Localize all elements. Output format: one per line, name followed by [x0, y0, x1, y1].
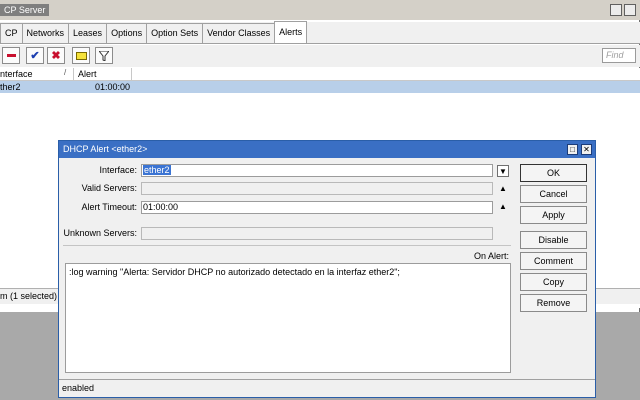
filter-button[interactable] [95, 47, 113, 64]
tab-options[interactable]: Options [106, 23, 148, 43]
dialog-title-bar[interactable]: DHCP Alert <ether2> □ ✕ [59, 141, 595, 158]
tab-networks[interactable]: Networks [21, 23, 70, 43]
divider [63, 245, 511, 246]
interface-value: ether2 [143, 165, 171, 175]
close-icon[interactable]: ✕ [581, 144, 592, 155]
remove-icon [6, 54, 16, 57]
up-down-arrow-icon[interactable]: ▲ [497, 183, 509, 195]
tab-alerts[interactable]: Alerts [274, 21, 308, 43]
interface-label: Interface: [99, 165, 137, 175]
toolbar: ✔ ✖ Find [0, 45, 640, 67]
table-header: nterface / Alert Timeout [0, 68, 640, 91]
alert-timeout-label: Alert Timeout: [81, 202, 137, 212]
main-window-title-bar[interactable]: CP Server [0, 0, 640, 20]
enable-check-icon: ✔ [30, 50, 40, 62]
comment-button[interactable]: Comment [520, 252, 587, 270]
disable-button[interactable]: Disable [520, 231, 587, 249]
column-alert-timeout[interactable]: Alert Timeout [76, 68, 132, 91]
table-row[interactable]: ther2 01:00:00 [0, 81, 640, 93]
comment-button[interactable] [72, 47, 90, 64]
tab-vendor-classes[interactable]: Vendor Classes [202, 23, 276, 43]
tab-leases[interactable]: Leases [68, 23, 108, 43]
dialog-status-bar: enabled [59, 379, 595, 397]
tab-option-sets[interactable]: Option Sets [146, 23, 204, 43]
apply-button[interactable]: Apply [520, 206, 587, 224]
column-interface[interactable]: nterface [0, 68, 74, 81]
row-interface: ther2 [0, 82, 21, 92]
on-alert-label: On Alert: [473, 251, 509, 261]
comment-icon [75, 51, 87, 60]
maximize-icon[interactable]: □ [567, 144, 578, 155]
unknown-servers-field[interactable] [141, 227, 493, 240]
valid-servers-label: Valid Servers: [81, 183, 137, 193]
alert-timeout-field[interactable]: 01:00:00 [141, 201, 493, 214]
dialog-title: DHCP Alert <ether2> [63, 144, 148, 154]
valid-servers-field[interactable] [141, 182, 493, 195]
tab-bar: CP Networks Leases Options Option Sets V… [0, 21, 640, 44]
collapse-arrow-icon[interactable]: ▲ [497, 201, 509, 213]
copy-button[interactable]: Copy [520, 273, 587, 291]
remove-button[interactable]: Remove [520, 294, 587, 312]
main-window-title: CP Server [0, 4, 50, 16]
filter-icon [99, 50, 109, 61]
disable-button[interactable]: ✖ [47, 47, 65, 64]
dropdown-arrow-icon[interactable]: ▼ [497, 165, 509, 177]
unknown-servers-label: Unknown Servers: [63, 228, 137, 238]
cancel-button[interactable]: Cancel [520, 185, 587, 203]
row-alert-timeout: 01:00:00 [94, 82, 130, 92]
find-input[interactable]: Find [602, 48, 636, 63]
sort-icon: / [64, 68, 67, 77]
dhcp-alert-dialog: DHCP Alert <ether2> □ ✕ Interface: ether… [58, 140, 596, 398]
disable-x-icon: ✖ [51, 50, 61, 62]
ok-button[interactable]: OK [520, 164, 587, 182]
remove-button[interactable] [2, 47, 20, 64]
tab-dhcp[interactable]: CP [0, 23, 23, 43]
on-alert-script-textarea[interactable]: :log warning "Alerta: Servidor DHCP no a… [65, 263, 511, 373]
close-icon[interactable] [624, 4, 636, 16]
maximize-icon[interactable] [610, 4, 622, 16]
interface-field[interactable]: ether2 [141, 164, 493, 177]
enable-button[interactable]: ✔ [26, 47, 44, 64]
